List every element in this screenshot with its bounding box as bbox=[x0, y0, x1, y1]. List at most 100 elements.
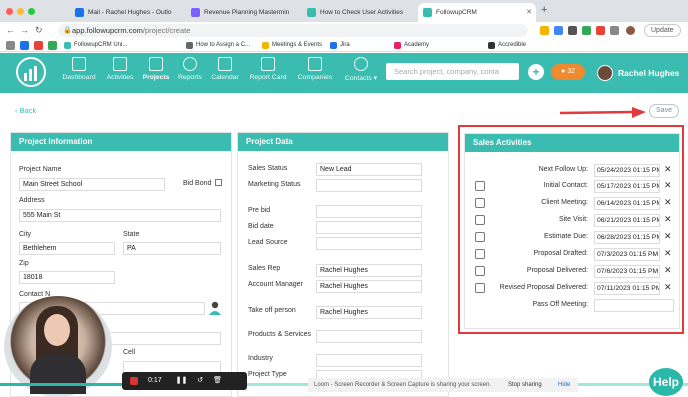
help-button[interactable]: Help bbox=[649, 368, 683, 396]
nav-companies[interactable]: Companies bbox=[295, 57, 335, 81]
notifications-badge[interactable]: ● 32 bbox=[551, 64, 585, 80]
forward-arrow-icon[interactable]: → bbox=[20, 25, 29, 35]
bookmark-item[interactable]: Academy bbox=[394, 40, 429, 51]
clear-date-icon[interactable]: ✕ bbox=[664, 265, 672, 276]
minimize-window-button[interactable] bbox=[17, 8, 24, 15]
doc-favicon-icon bbox=[191, 8, 200, 17]
clear-date-icon[interactable]: ✕ bbox=[664, 180, 672, 191]
products-services-select[interactable] bbox=[316, 330, 422, 343]
nav-calendar[interactable]: Calendar bbox=[208, 57, 242, 81]
activity-date-input[interactable]: 07/6/2023 01:15 PM bbox=[594, 265, 660, 278]
bookmark-item[interactable]: FollowupCRM Uni... bbox=[64, 40, 127, 51]
activity-checkbox[interactable] bbox=[475, 181, 485, 191]
activity-date-input[interactable] bbox=[594, 299, 674, 312]
extension-icon[interactable] bbox=[596, 26, 605, 35]
followupcrm-logo[interactable] bbox=[16, 57, 46, 87]
browser-tab-revenue[interactable]: Revenue Planning Mastermin bbox=[186, 3, 301, 22]
extension-icon[interactable] bbox=[540, 26, 549, 35]
pause-icon[interactable]: ❚❚ bbox=[176, 377, 188, 384]
clear-date-icon[interactable]: ✕ bbox=[664, 164, 672, 175]
browser-tab-help[interactable]: How to Check User Activities bbox=[302, 3, 417, 22]
stop-sharing-button[interactable]: Stop sharing bbox=[508, 378, 542, 392]
nav-contacts[interactable]: Contacts ▾ bbox=[339, 57, 383, 82]
industry-label: Industry bbox=[248, 355, 273, 362]
hide-button[interactable]: Hide bbox=[558, 378, 570, 392]
new-tab-button[interactable]: + bbox=[541, 4, 547, 16]
bid-bond-checkbox[interactable] bbox=[215, 179, 222, 186]
stop-record-icon[interactable] bbox=[130, 377, 138, 385]
activity-date-input[interactable]: 06/28/2023 01:15 PM bbox=[594, 231, 660, 244]
activity-checkbox[interactable] bbox=[475, 232, 485, 242]
apps-icon[interactable] bbox=[6, 41, 15, 50]
city-input[interactable]: Bethlehem bbox=[19, 242, 115, 255]
extension-icon[interactable] bbox=[568, 26, 577, 35]
project-name-input[interactable]: Main Street School bbox=[19, 178, 165, 191]
nav-projects[interactable]: Projects bbox=[140, 57, 172, 81]
sales-status-select[interactable]: New Lead bbox=[316, 163, 422, 176]
search-input[interactable]: Search project, company, conta bbox=[386, 63, 519, 80]
industry-select[interactable] bbox=[316, 354, 422, 367]
nav-dashboard[interactable]: Dashboard bbox=[60, 57, 98, 81]
tab-title: Mail - Rachel Hughes - Outlo bbox=[88, 9, 172, 16]
bookmark-item[interactable]: How to Assign a C... bbox=[186, 40, 250, 51]
close-window-button[interactable] bbox=[6, 8, 13, 15]
bookmark-item[interactable]: Accredible bbox=[488, 40, 526, 51]
extension-icon[interactable] bbox=[582, 26, 591, 35]
clear-date-icon[interactable]: ✕ bbox=[664, 282, 672, 293]
activity-checkbox[interactable] bbox=[475, 283, 485, 293]
profile-avatar-icon[interactable] bbox=[626, 26, 635, 35]
browser-tab-followupcrm[interactable]: FollowupCRM ✕ bbox=[418, 3, 536, 22]
nav-report-card[interactable]: Report Card bbox=[246, 57, 290, 81]
marketing-status-select[interactable] bbox=[316, 179, 422, 192]
close-tab-icon[interactable]: ✕ bbox=[526, 8, 532, 16]
bid-date-input[interactable] bbox=[316, 221, 422, 234]
activity-checkbox[interactable] bbox=[475, 198, 485, 208]
bookmark-icon[interactable] bbox=[48, 41, 57, 50]
trash-icon[interactable]: 🗑 bbox=[213, 377, 222, 384]
user-name[interactable]: Rachel Hughes bbox=[618, 68, 679, 78]
activity-checkbox[interactable] bbox=[475, 249, 485, 259]
activity-date-input[interactable]: 06/14/2023 01:15 PM bbox=[594, 197, 660, 210]
clear-date-icon[interactable]: ✕ bbox=[664, 248, 672, 259]
activity-checkbox[interactable] bbox=[475, 215, 485, 225]
maximize-window-button[interactable] bbox=[28, 8, 35, 15]
clear-date-icon[interactable]: ✕ bbox=[664, 231, 672, 242]
extension-icon[interactable] bbox=[554, 26, 563, 35]
account-manager-select[interactable]: Rachel Hughes bbox=[316, 280, 422, 293]
activity-date-input[interactable]: 05/24/2023 01:15 PM bbox=[594, 164, 660, 177]
reload-icon[interactable]: ↻ bbox=[35, 25, 43, 36]
pre-bid-input[interactable] bbox=[316, 205, 422, 218]
activity-date-input[interactable]: 06/21/2023 01:15 PM bbox=[594, 214, 660, 227]
activity-date-input[interactable]: 07/3/2023 01:15 PM bbox=[594, 248, 660, 261]
take-off-person-select[interactable]: Rachel Hughes bbox=[316, 306, 422, 319]
bookmark-icon[interactable] bbox=[20, 41, 29, 50]
browser-tab-mail[interactable]: Mail - Rachel Hughes - Outlo bbox=[70, 3, 185, 22]
puzzle-icon[interactable] bbox=[610, 26, 619, 35]
bookmark-item[interactable]: Jira bbox=[330, 40, 350, 51]
activity-date-input[interactable]: 05/17/2023 01:15 PM bbox=[594, 180, 660, 193]
nav-reports[interactable]: Reports bbox=[174, 57, 206, 81]
panel-header: Project Information bbox=[11, 133, 231, 151]
lead-source-select[interactable] bbox=[316, 237, 422, 250]
sales-rep-select[interactable]: Rachel Hughes bbox=[316, 264, 422, 277]
webcam-bubble[interactable] bbox=[4, 296, 112, 397]
address-input[interactable]: 555 Main St bbox=[19, 209, 221, 222]
back-arrow-icon[interactable]: ← bbox=[6, 25, 15, 35]
activity-checkbox[interactable] bbox=[475, 266, 485, 276]
url-field[interactable]: 🔒 app.followupcrm.com/project/create bbox=[58, 24, 528, 37]
update-button[interactable]: Update bbox=[644, 24, 681, 37]
back-link[interactable]: ‹ Back bbox=[15, 106, 36, 115]
state-input[interactable]: PA bbox=[123, 242, 221, 255]
avatar[interactable] bbox=[597, 65, 613, 81]
bookmark-icon[interactable] bbox=[34, 41, 43, 50]
bookmark-item[interactable]: Meetings & Events bbox=[262, 40, 322, 51]
activity-date-input[interactable]: 07/11/2023 01:15 PM bbox=[594, 282, 660, 295]
nav-activities[interactable]: Activities bbox=[102, 57, 138, 81]
contact-person-icon[interactable] bbox=[209, 301, 221, 315]
clear-date-icon[interactable]: ✕ bbox=[664, 214, 672, 225]
restart-icon[interactable]: ↺ bbox=[197, 377, 203, 384]
zip-input[interactable]: 18018 bbox=[19, 271, 115, 284]
clear-date-icon[interactable]: ✕ bbox=[664, 197, 672, 208]
save-button[interactable]: Save bbox=[649, 104, 679, 118]
add-button[interactable]: + bbox=[528, 64, 544, 80]
